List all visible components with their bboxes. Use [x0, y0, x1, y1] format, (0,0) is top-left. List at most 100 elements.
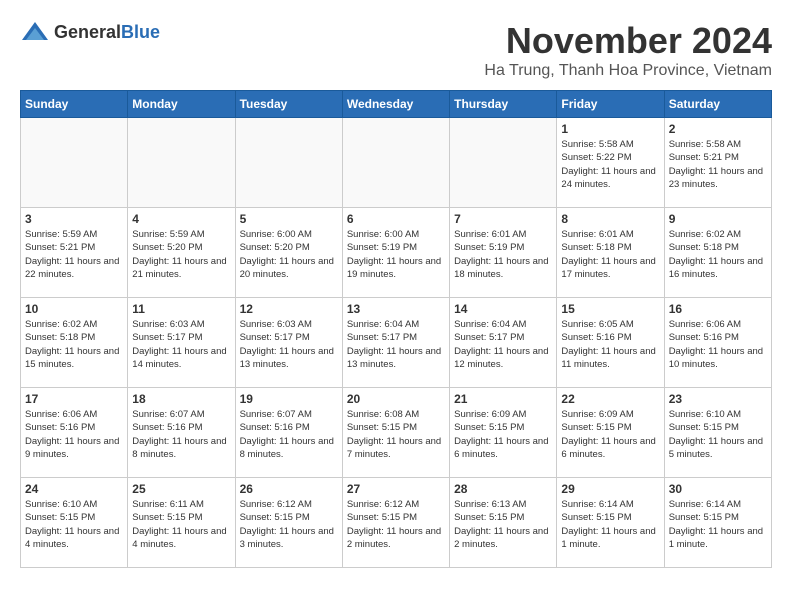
weekday-header-thursday: Thursday — [450, 91, 557, 118]
day-info: Sunrise: 6:05 AM Sunset: 5:16 PM Dayligh… — [561, 318, 659, 371]
calendar-cell: 4 Sunrise: 5:59 AM Sunset: 5:20 PM Daylig… — [128, 208, 235, 298]
calendar-cell: 30 Sunrise: 6:14 AM Sunset: 5:15 PM Dayli… — [664, 478, 771, 568]
day-info: Sunrise: 6:03 AM Sunset: 5:17 PM Dayligh… — [240, 318, 338, 371]
calendar-cell: 26 Sunrise: 6:12 AM Sunset: 5:15 PM Dayli… — [235, 478, 342, 568]
calendar-cell: 15 Sunrise: 6:05 AM Sunset: 5:16 PM Dayli… — [557, 298, 664, 388]
day-info: Sunrise: 6:10 AM Sunset: 5:15 PM Dayligh… — [669, 408, 767, 461]
title-section: November 2024 Ha Trung, Thanh Hoa Provin… — [484, 20, 772, 80]
day-number: 25 — [132, 482, 230, 496]
day-number: 2 — [669, 122, 767, 136]
day-info: Sunrise: 6:08 AM Sunset: 5:15 PM Dayligh… — [347, 408, 445, 461]
day-number: 12 — [240, 302, 338, 316]
calendar-cell: 27 Sunrise: 6:12 AM Sunset: 5:15 PM Dayli… — [342, 478, 449, 568]
day-info: Sunrise: 6:01 AM Sunset: 5:19 PM Dayligh… — [454, 228, 552, 281]
weekday-header-saturday: Saturday — [664, 91, 771, 118]
calendar-week-1: 1Sunrise: 5:58 AM Sunset: 5:22 PM Daylig… — [21, 118, 772, 208]
calendar-week-4: 17 Sunrise: 6:06 AM Sunset: 5:16 PM Dayli… — [21, 388, 772, 478]
day-number: 3 — [25, 212, 123, 226]
day-info: Sunrise: 6:07 AM Sunset: 5:16 PM Dayligh… — [132, 408, 230, 461]
day-number: 20 — [347, 392, 445, 406]
day-number: 28 — [454, 482, 552, 496]
day-number: 4 — [132, 212, 230, 226]
day-number: 17 — [25, 392, 123, 406]
day-number: 9 — [669, 212, 767, 226]
weekday-header-friday: Friday — [557, 91, 664, 118]
day-info: Sunrise: 6:12 AM Sunset: 5:15 PM Dayligh… — [240, 498, 338, 551]
calendar-cell: 17 Sunrise: 6:06 AM Sunset: 5:16 PM Dayli… — [21, 388, 128, 478]
calendar-cell: 14 Sunrise: 6:04 AM Sunset: 5:17 PM Dayli… — [450, 298, 557, 388]
location-title: Ha Trung, Thanh Hoa Province, Vietnam — [484, 62, 772, 80]
calendar-cell: 10 Sunrise: 6:02 AM Sunset: 5:18 PM Dayli… — [21, 298, 128, 388]
day-info: Sunrise: 5:58 AM Sunset: 5:21 PM Dayligh… — [669, 138, 767, 191]
calendar-cell: 8Sunrise: 6:01 AM Sunset: 5:18 PM Daylig… — [557, 208, 664, 298]
calendar-cell: 23 Sunrise: 6:10 AM Sunset: 5:15 PM Dayli… — [664, 388, 771, 478]
day-info: Sunrise: 6:12 AM Sunset: 5:15 PM Dayligh… — [347, 498, 445, 551]
calendar-week-2: 3 Sunrise: 5:59 AM Sunset: 5:21 PM Daylig… — [21, 208, 772, 298]
calendar-cell: 3 Sunrise: 5:59 AM Sunset: 5:21 PM Daylig… — [21, 208, 128, 298]
calendar-cell: 19Sunrise: 6:07 AM Sunset: 5:16 PM Dayli… — [235, 388, 342, 478]
day-number: 13 — [347, 302, 445, 316]
calendar-cell — [21, 118, 128, 208]
day-number: 26 — [240, 482, 338, 496]
day-info: Sunrise: 6:03 AM Sunset: 5:17 PM Dayligh… — [132, 318, 230, 371]
day-number: 22 — [561, 392, 659, 406]
calendar-cell: 9Sunrise: 6:02 AM Sunset: 5:18 PM Daylig… — [664, 208, 771, 298]
calendar-cell — [450, 118, 557, 208]
calendar-cell: 1Sunrise: 5:58 AM Sunset: 5:22 PM Daylig… — [557, 118, 664, 208]
day-number: 15 — [561, 302, 659, 316]
day-number: 14 — [454, 302, 552, 316]
day-number: 21 — [454, 392, 552, 406]
calendar-cell — [235, 118, 342, 208]
day-number: 5 — [240, 212, 338, 226]
day-info: Sunrise: 6:14 AM Sunset: 5:15 PM Dayligh… — [561, 498, 659, 551]
day-number: 30 — [669, 482, 767, 496]
calendar-table: SundayMondayTuesdayWednesdayThursdayFrid… — [20, 90, 772, 568]
logo-general: General — [54, 22, 121, 42]
calendar-cell: 16 Sunrise: 6:06 AM Sunset: 5:16 PM Dayli… — [664, 298, 771, 388]
day-info: Sunrise: 6:00 AM Sunset: 5:19 PM Dayligh… — [347, 228, 445, 281]
calendar-cell: 2 Sunrise: 5:58 AM Sunset: 5:21 PM Daylig… — [664, 118, 771, 208]
day-info: Sunrise: 6:06 AM Sunset: 5:16 PM Dayligh… — [669, 318, 767, 371]
day-info: Sunrise: 5:59 AM Sunset: 5:20 PM Dayligh… — [132, 228, 230, 281]
day-info: Sunrise: 6:11 AM Sunset: 5:15 PM Dayligh… — [132, 498, 230, 551]
calendar-cell: 29 Sunrise: 6:14 AM Sunset: 5:15 PM Dayli… — [557, 478, 664, 568]
day-info: Sunrise: 6:10 AM Sunset: 5:15 PM Dayligh… — [25, 498, 123, 551]
day-number: 6 — [347, 212, 445, 226]
calendar-week-5: 24 Sunrise: 6:10 AM Sunset: 5:15 PM Dayli… — [21, 478, 772, 568]
calendar-cell: 6 Sunrise: 6:00 AM Sunset: 5:19 PM Daylig… — [342, 208, 449, 298]
day-info: Sunrise: 6:09 AM Sunset: 5:15 PM Dayligh… — [561, 408, 659, 461]
calendar-cell: 5 Sunrise: 6:00 AM Sunset: 5:20 PM Daylig… — [235, 208, 342, 298]
weekday-header-tuesday: Tuesday — [235, 91, 342, 118]
calendar-cell: 21 Sunrise: 6:09 AM Sunset: 5:15 PM Dayli… — [450, 388, 557, 478]
weekday-header-wednesday: Wednesday — [342, 91, 449, 118]
calendar-cell: 13 Sunrise: 6:04 AM Sunset: 5:17 PM Dayli… — [342, 298, 449, 388]
day-info: Sunrise: 6:04 AM Sunset: 5:17 PM Dayligh… — [347, 318, 445, 371]
day-number: 10 — [25, 302, 123, 316]
calendar-cell: 12 Sunrise: 6:03 AM Sunset: 5:17 PM Dayli… — [235, 298, 342, 388]
day-number: 7 — [454, 212, 552, 226]
logo-blue: Blue — [121, 22, 160, 42]
day-info: Sunrise: 6:06 AM Sunset: 5:16 PM Dayligh… — [25, 408, 123, 461]
day-info: Sunrise: 5:59 AM Sunset: 5:21 PM Dayligh… — [25, 228, 123, 281]
day-number: 23 — [669, 392, 767, 406]
page-header: GeneralBlue November 2024 Ha Trung, Than… — [20, 20, 772, 80]
day-info: Sunrise: 6:09 AM Sunset: 5:15 PM Dayligh… — [454, 408, 552, 461]
day-number: 16 — [669, 302, 767, 316]
day-number: 18 — [132, 392, 230, 406]
day-info: Sunrise: 6:00 AM Sunset: 5:20 PM Dayligh… — [240, 228, 338, 281]
calendar-cell — [128, 118, 235, 208]
day-number: 29 — [561, 482, 659, 496]
logo: GeneralBlue — [20, 20, 160, 44]
calendar-cell — [342, 118, 449, 208]
month-title: November 2024 — [484, 20, 772, 62]
day-number: 27 — [347, 482, 445, 496]
calendar-cell: 20 Sunrise: 6:08 AM Sunset: 5:15 PM Dayli… — [342, 388, 449, 478]
day-info: Sunrise: 6:14 AM Sunset: 5:15 PM Dayligh… — [669, 498, 767, 551]
calendar-week-3: 10 Sunrise: 6:02 AM Sunset: 5:18 PM Dayli… — [21, 298, 772, 388]
day-info: Sunrise: 6:04 AM Sunset: 5:17 PM Dayligh… — [454, 318, 552, 371]
day-info: Sunrise: 6:13 AM Sunset: 5:15 PM Dayligh… — [454, 498, 552, 551]
day-info: Sunrise: 6:02 AM Sunset: 5:18 PM Dayligh… — [25, 318, 123, 371]
day-info: Sunrise: 5:58 AM Sunset: 5:22 PM Dayligh… — [561, 138, 659, 191]
day-number: 24 — [25, 482, 123, 496]
logo-icon — [20, 20, 50, 44]
